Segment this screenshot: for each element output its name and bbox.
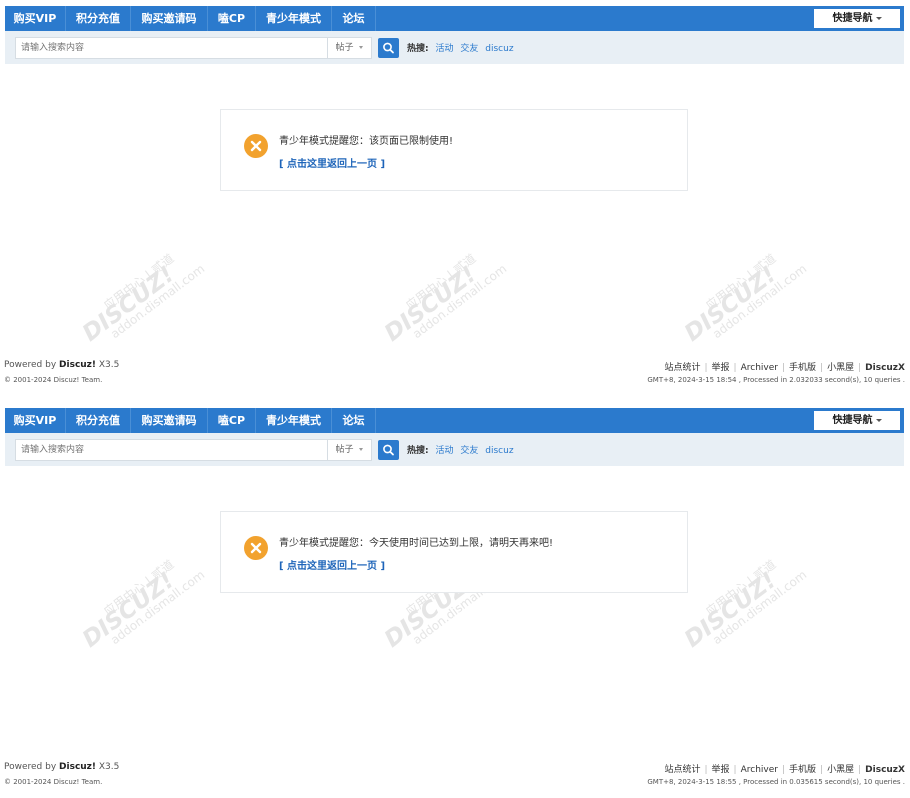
footer-links: 站点统计 | 举报 | Archiver | 手机版 | 小黑屋 | DiscuzX: [664, 363, 905, 373]
nav-item-buy-invite-code[interactable]: 购买邀请码: [131, 408, 208, 433]
hot-link-activity[interactable]: 活动: [435, 446, 453, 456]
watermark-line2: addon.dismall.com: [710, 261, 810, 342]
quick-nav-label: 快捷导航: [832, 13, 873, 24]
warning-icon: [244, 536, 268, 560]
footer-time-info: GMT+8, 2024-3-15 18:55 , Processed in 0.…: [647, 778, 905, 786]
powered-by-prefix: Powered by: [4, 360, 60, 370]
search-type-select[interactable]: 帖子: [327, 439, 372, 461]
go-back-link[interactable]: [ 点击这里返回上一页 ]: [279, 557, 385, 572]
chevron-down-icon: [359, 46, 364, 49]
search-input[interactable]: [15, 37, 327, 59]
powered-by-version: X3.5: [96, 360, 120, 370]
footer-brand[interactable]: DiscuzX: [865, 765, 905, 775]
powered-by: Powered by Discuz! X3.5: [4, 360, 119, 370]
footer-link-report[interactable]: 举报: [712, 363, 730, 373]
nav-item-buy-invite-code[interactable]: 购买邀请码: [131, 6, 208, 31]
chevron-down-icon: [875, 418, 882, 422]
nav-item-youth-mode[interactable]: 青少年模式: [256, 6, 332, 31]
search-type-select[interactable]: 帖子: [327, 37, 372, 59]
hot-search-label: 热搜:: [407, 446, 429, 456]
nav-item-buy-vip[interactable]: 购买VIP: [5, 6, 66, 31]
quick-nav-button[interactable]: 快捷导航: [814, 9, 900, 28]
hot-search: 热搜: 活动 交友 discuz: [407, 41, 518, 54]
watermark-line2: addon.dismall.com: [710, 567, 810, 648]
nav-item-points-recharge[interactable]: 积分充值: [66, 408, 131, 433]
nav-item-forum[interactable]: 论坛: [332, 6, 376, 31]
watermark-line1: 应用中心 | 贰道: [403, 251, 479, 313]
nav-item-points-recharge[interactable]: 积分充值: [66, 6, 131, 31]
search-type-label: 帖子: [335, 445, 354, 455]
hot-search-label: 热搜:: [407, 44, 429, 54]
go-back-link[interactable]: [ 点击这里返回上一页 ]: [279, 155, 385, 170]
watermark-logo: DISCUZ!: [680, 567, 782, 653]
quick-nav-button[interactable]: 快捷导航: [814, 411, 900, 430]
page-screenshot-1: 购买VIP 积分充值 购买邀请码 嗑CP 青少年模式 论坛 快捷导航 帖子 热搜…: [0, 0, 910, 390]
alert-message-text: 青少年模式提醒您：该页面已限制使用!: [279, 136, 454, 147]
search-bar: 帖子 热搜: 活动 交友 discuz: [5, 31, 904, 64]
hot-link-discuz[interactable]: discuz: [485, 44, 513, 54]
hot-link-activity[interactable]: 活动: [435, 44, 453, 54]
powered-by-name[interactable]: Discuz!: [59, 360, 96, 370]
top-nav: 购买VIP 积分充值 购买邀请码 嗑CP 青少年模式 论坛 快捷导航: [5, 408, 904, 433]
watermark-line1: 应用中心 | 贰道: [101, 557, 177, 619]
copyright: © 2001-2024 Discuz! Team.: [4, 376, 103, 384]
footer-link-archiver[interactable]: Archiver: [741, 765, 778, 775]
powered-by-version: X3.5: [96, 762, 120, 772]
alert-message-box: 青少年模式提醒您：今天使用时间已达到上限，请明天再来吧! [ 点击这里返回上一页…: [220, 511, 688, 593]
nav-item-youth-mode[interactable]: 青少年模式: [256, 408, 332, 433]
chevron-down-icon: [875, 16, 882, 20]
watermark-line2: addon.dismall.com: [108, 261, 208, 342]
footer-link-archiver[interactable]: Archiver: [741, 363, 778, 373]
watermark-line2: addon.dismall.com: [410, 261, 510, 342]
search-type-label: 帖子: [335, 43, 354, 53]
nav-item-cp[interactable]: 嗑CP: [208, 408, 256, 433]
footer-link-blacklist[interactable]: 小黑屋: [827, 363, 854, 373]
footer-link-mobile[interactable]: 手机版: [789, 363, 816, 373]
hot-link-friends[interactable]: 交友: [460, 44, 478, 54]
watermark-logo: DISCUZ!: [680, 261, 782, 347]
watermark-logo: DISCUZ!: [380, 261, 482, 347]
watermark-line1: 应用中心 | 贰道: [703, 251, 779, 313]
footer-link-stats[interactable]: 站点统计: [664, 363, 700, 373]
footer-link-blacklist[interactable]: 小黑屋: [827, 765, 854, 775]
watermark-line1: 应用中心 | 贰道: [703, 557, 779, 619]
footer-brand[interactable]: DiscuzX: [865, 363, 905, 373]
alert-message-text: 青少年模式提醒您：今天使用时间已达到上限，请明天再来吧!: [279, 538, 554, 549]
hot-link-friends[interactable]: 交友: [460, 446, 478, 456]
footer-time-info: GMT+8, 2024-3-15 18:54 , Processed in 2.…: [647, 376, 905, 384]
quick-nav-label: 快捷导航: [832, 415, 873, 426]
search-icon: [383, 42, 394, 54]
top-nav: 购买VIP 积分充值 购买邀请码 嗑CP 青少年模式 论坛 快捷导航: [5, 6, 904, 31]
search-button[interactable]: [378, 38, 399, 58]
search-input[interactable]: [15, 439, 327, 461]
watermark-line2: addon.dismall.com: [108, 567, 208, 648]
nav-item-buy-vip[interactable]: 购买VIP: [5, 408, 66, 433]
footer-link-mobile[interactable]: 手机版: [789, 765, 816, 775]
search-icon: [383, 444, 394, 456]
powered-by-name[interactable]: Discuz!: [59, 762, 96, 772]
nav-item-cp[interactable]: 嗑CP: [208, 6, 256, 31]
watermark-line1: 应用中心 | 贰道: [101, 251, 177, 313]
search-bar: 帖子 热搜: 活动 交友 discuz: [5, 433, 904, 466]
hot-link-discuz[interactable]: discuz: [485, 446, 513, 456]
copyright: © 2001-2024 Discuz! Team.: [4, 778, 103, 786]
footer-link-stats[interactable]: 站点统计: [664, 765, 700, 775]
powered-by: Powered by Discuz! X3.5: [4, 762, 119, 772]
watermark-logo: DISCUZ!: [78, 261, 180, 347]
watermark-logo: DISCUZ!: [78, 567, 180, 653]
footer-links: 站点统计 | 举报 | Archiver | 手机版 | 小黑屋 | DiscuzX: [664, 765, 905, 775]
nav-item-forum[interactable]: 论坛: [332, 408, 376, 433]
warning-icon: [244, 134, 268, 158]
chevron-down-icon: [359, 448, 364, 451]
footer-link-report[interactable]: 举报: [712, 765, 730, 775]
alert-message-box: 青少年模式提醒您：该页面已限制使用! [ 点击这里返回上一页 ]: [220, 109, 688, 191]
search-button[interactable]: [378, 440, 399, 460]
page-screenshot-2: 购买VIP 积分充值 购买邀请码 嗑CP 青少年模式 论坛 快捷导航 帖子 热搜…: [0, 402, 910, 792]
powered-by-prefix: Powered by: [4, 762, 60, 772]
hot-search: 热搜: 活动 交友 discuz: [407, 443, 518, 456]
